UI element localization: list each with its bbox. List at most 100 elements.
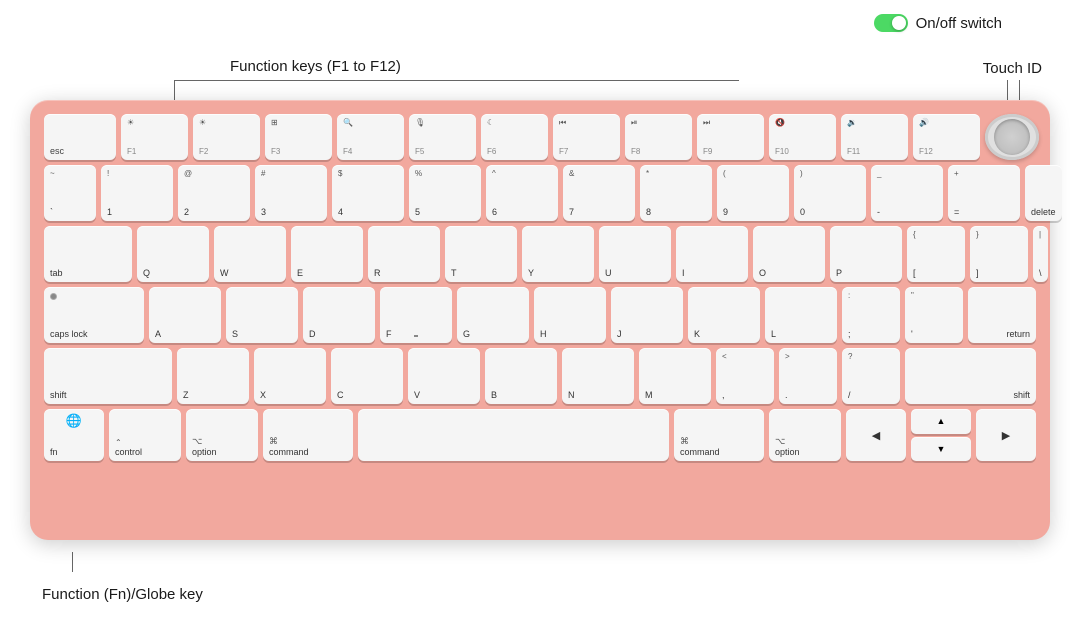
key-semicolon[interactable]: : ; xyxy=(842,287,900,343)
key-arrow-left[interactable]: ◀ xyxy=(846,409,906,461)
key-n[interactable]: N xyxy=(562,348,634,404)
key-c[interactable]: C xyxy=(331,348,403,404)
key-delete-label: delete xyxy=(1031,207,1056,217)
row-caps: caps lock A S D F G H J K L : ; xyxy=(44,287,1036,343)
key-o[interactable]: O xyxy=(753,226,825,282)
key-7[interactable]: & 7 xyxy=(563,165,635,221)
key-caps-lock[interactable]: caps lock xyxy=(44,287,144,343)
key-f9[interactable]: ⏭ F9 xyxy=(697,114,764,160)
key-a[interactable]: A xyxy=(149,287,221,343)
key-tab[interactable]: tab xyxy=(44,226,132,282)
key-f[interactable]: F xyxy=(380,287,452,343)
key-i[interactable]: I xyxy=(676,226,748,282)
key-equals[interactable]: + = xyxy=(948,165,1020,221)
key-f12[interactable]: 🔊 F12 xyxy=(913,114,980,160)
key-f3[interactable]: ⊞ F3 xyxy=(265,114,332,160)
key-arrow-down[interactable]: ▼ xyxy=(911,437,971,462)
key-d[interactable]: D xyxy=(303,287,375,343)
touchid-sensor xyxy=(994,119,1030,155)
key-f7-icon: ⏮ xyxy=(559,118,566,128)
function-keys-label: Function keys (F1 to F12) xyxy=(230,58,401,75)
toggle-switch[interactable] xyxy=(874,14,908,32)
key-option-right[interactable]: ⌥ option xyxy=(769,409,841,461)
key-comma[interactable]: < , xyxy=(716,348,774,404)
key-close-bracket[interactable]: } ] xyxy=(970,226,1028,282)
key-8[interactable]: * 8 xyxy=(640,165,712,221)
key-y[interactable]: Y xyxy=(522,226,594,282)
key-backtick[interactable]: ~ ` xyxy=(44,165,96,221)
key-v[interactable]: V xyxy=(408,348,480,404)
key-5[interactable]: % 5 xyxy=(409,165,481,221)
key-quote[interactable]: " ' xyxy=(905,287,963,343)
key-f5[interactable]: 🎙 F5 xyxy=(409,114,476,160)
key-command-right[interactable]: ⌘ command xyxy=(674,409,764,461)
key-b[interactable]: B xyxy=(485,348,557,404)
key-period[interactable]: > . xyxy=(779,348,837,404)
key-k[interactable]: K xyxy=(688,287,760,343)
key-z[interactable]: Z xyxy=(177,348,249,404)
key-shift-right[interactable]: shift xyxy=(905,348,1036,404)
key-option-left[interactable]: ⌥ option xyxy=(186,409,258,461)
key-delete[interactable]: delete xyxy=(1025,165,1062,221)
key-command-left[interactable]: ⌘ command xyxy=(263,409,353,461)
key-f7[interactable]: ⏮ F7 xyxy=(553,114,620,160)
key-1[interactable]: ! 1 xyxy=(101,165,173,221)
key-f1[interactable]: ☀ F1 xyxy=(121,114,188,160)
key-f6[interactable]: ☾ F6 xyxy=(481,114,548,160)
arrow-right-icon: ▶ xyxy=(1002,429,1010,442)
key-space[interactable] xyxy=(358,409,669,461)
key-x[interactable]: X xyxy=(254,348,326,404)
key-return[interactable]: return xyxy=(968,287,1036,343)
key-touchid[interactable] xyxy=(985,114,1039,160)
key-esc[interactable]: esc xyxy=(44,114,116,160)
key-shift-left[interactable]: shift xyxy=(44,348,172,404)
key-h[interactable]: H xyxy=(534,287,606,343)
row-shift: shift Z X C V B N M < , > . ? xyxy=(44,348,1036,404)
key-4[interactable]: $ 4 xyxy=(332,165,404,221)
caps-lock-indicator xyxy=(50,293,57,300)
key-shift-left-label: shift xyxy=(50,390,67,400)
onoff-annotation: On/off switch xyxy=(874,14,1002,32)
key-f2-icon: ☀ xyxy=(199,118,206,127)
key-j[interactable]: J xyxy=(611,287,683,343)
key-2[interactable]: @ 2 xyxy=(178,165,250,221)
key-u[interactable]: U xyxy=(599,226,671,282)
key-s[interactable]: S xyxy=(226,287,298,343)
key-f4[interactable]: 🔍 F4 xyxy=(337,114,404,160)
key-q[interactable]: Q xyxy=(137,226,209,282)
key-f4-icon: 🔍 xyxy=(343,118,353,127)
keyboard-body: esc ☀ F1 ☀ F2 ⊞ F3 🔍 xyxy=(30,100,1050,540)
key-slash[interactable]: ? / xyxy=(842,348,900,404)
key-f12-icon: 🔊 xyxy=(919,118,929,127)
key-6[interactable]: ^ 6 xyxy=(486,165,558,221)
arrow-down-icon: ▼ xyxy=(937,444,946,454)
key-w[interactable]: W xyxy=(214,226,286,282)
key-l[interactable]: L xyxy=(765,287,837,343)
key-f10[interactable]: 🔇 F10 xyxy=(769,114,836,160)
key-backslash[interactable]: | \ xyxy=(1033,226,1048,282)
key-f8[interactable]: ⏯ F8 xyxy=(625,114,692,160)
function-keys-annotation: Function keys (F1 to F12) xyxy=(230,58,401,76)
key-m[interactable]: M xyxy=(639,348,711,404)
key-0[interactable]: ) 0 xyxy=(794,165,866,221)
key-arrow-up[interactable]: ▲ xyxy=(911,409,971,434)
key-r[interactable]: R xyxy=(368,226,440,282)
key-f1-icon: ☀ xyxy=(127,118,134,127)
key-f11[interactable]: 🔉 F11 xyxy=(841,114,908,160)
key-control[interactable]: ⌃ control xyxy=(109,409,181,461)
key-e[interactable]: E xyxy=(291,226,363,282)
key-t[interactable]: T xyxy=(445,226,517,282)
fn-line xyxy=(72,552,73,572)
key-3[interactable]: # 3 xyxy=(255,165,327,221)
key-minus[interactable]: _ - xyxy=(871,165,943,221)
fn-globe-annotation: Function (Fn)/Globe key xyxy=(42,586,203,604)
key-f6-icon: ☾ xyxy=(487,118,494,127)
key-p[interactable]: P xyxy=(830,226,902,282)
key-g[interactable]: G xyxy=(457,287,529,343)
key-arrow-right[interactable]: ▶ xyxy=(976,409,1036,461)
row-number: ~ ` ! 1 @ 2 # 3 $ 4 xyxy=(44,165,1036,221)
key-f2[interactable]: ☀ F2 xyxy=(193,114,260,160)
key-9[interactable]: ( 9 xyxy=(717,165,789,221)
key-open-bracket[interactable]: { [ xyxy=(907,226,965,282)
key-fn-globe[interactable]: 🌐 fn xyxy=(44,409,104,461)
